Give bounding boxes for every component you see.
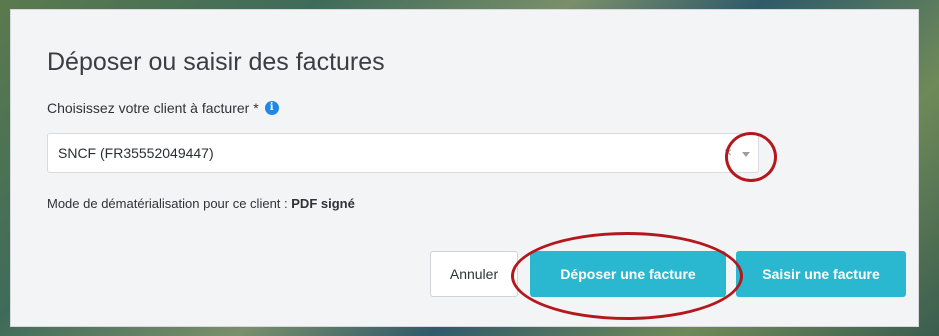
dialog-title: Déposer ou saisir des factures [47,48,385,76]
info-icon[interactable]: i [264,101,279,115]
cancel-button[interactable]: Annuler [430,251,518,297]
client-select-value: SNCF (FR35552049447) [58,145,214,161]
dematerialization-mode: Mode de dématérialisation pour ce client… [47,196,355,211]
mode-prefix: Mode de dématérialisation pour ce client… [47,196,288,211]
client-field-label: Choisissez votre client à facturer * i [47,100,279,116]
annotation-circle [725,132,777,182]
invoice-dialog: Déposer ou saisir des factures Choisisse… [10,9,919,327]
mode-value: PDF signé [291,196,355,211]
client-select[interactable]: SNCF (FR35552049447) × [47,133,759,173]
annotation-ellipse [511,232,743,320]
enter-invoice-button[interactable]: Saisir une facture [736,251,906,297]
client-label-text: Choisissez votre client à facturer * [47,100,259,116]
